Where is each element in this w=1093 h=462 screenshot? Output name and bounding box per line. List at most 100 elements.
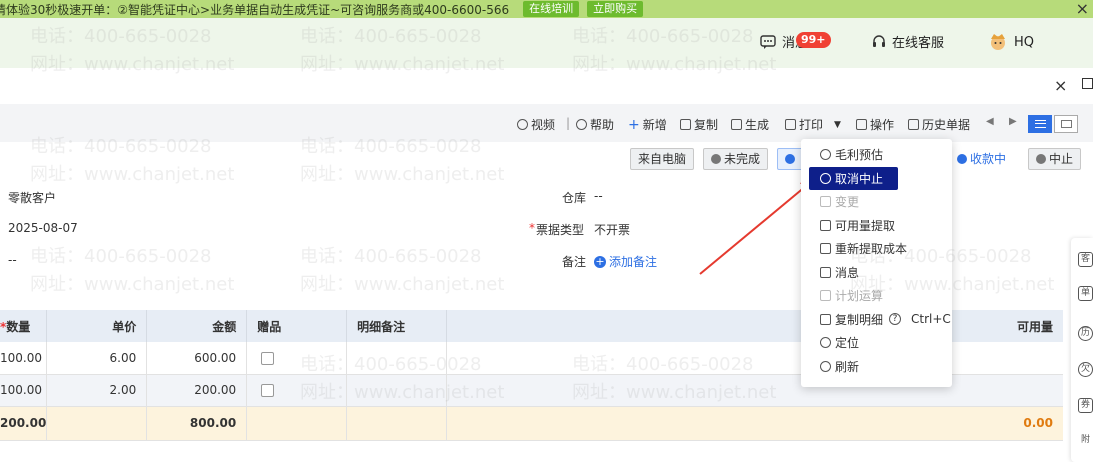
date-value[interactable]: 2025-08-07 (8, 221, 78, 235)
available-cell (446, 342, 1063, 375)
invoice-type-value[interactable]: 不开票 (594, 221, 630, 238)
close-tab-icon[interactable]: × (1054, 76, 1067, 95)
menu-item-label: 消息 (835, 265, 860, 280)
total-row: 200.00 800.00 0.00 (0, 406, 1063, 441)
extract-icon (820, 219, 831, 231)
attachment-side-icon[interactable]: 附 (1078, 434, 1093, 449)
total-available: 0.00 (446, 406, 1063, 441)
gift-header: 赠品 (246, 310, 348, 342)
toolbar: 视频 | 帮助 + 新增 复制 生成 打印 ▼ 操作 历史单据 ◀ ▶ (0, 104, 1093, 142)
total-amount: 800.00 (146, 406, 248, 441)
customer-side-icon[interactable]: 客 (1078, 252, 1093, 267)
message-icon (760, 34, 776, 49)
menu-item-label: 变更 (835, 195, 860, 210)
menu-item-extract-available[interactable]: 可用量提取 (801, 214, 952, 238)
menu-item-locate[interactable]: 定位 (801, 331, 952, 355)
promo-text: 请体验30秒极速开单：②智能凭证中心>业务单据自动生成凭证~可咨询服务商或400… (0, 2, 510, 17)
plus-icon: + (628, 116, 640, 133)
detail-note-header: 明细备注 (346, 310, 448, 342)
add-note-button[interactable]: + 添加备注 (594, 253, 657, 270)
video-button[interactable]: 视频 (517, 116, 555, 133)
play-icon (517, 119, 528, 130)
third-field-value[interactable]: -- (8, 253, 17, 267)
help-button[interactable]: 帮助 (576, 116, 614, 133)
history-button[interactable]: 历史单据 (908, 116, 970, 133)
available-cell (446, 374, 1063, 407)
status-blue-icon (785, 154, 795, 164)
watermark-site: 网址：www.chanjet.net (300, 274, 505, 295)
detail-note-cell[interactable] (346, 374, 448, 407)
menu-item-message[interactable]: 消息 (801, 261, 952, 285)
menu-item-copy-detail[interactable]: 复制明细 ? Ctrl+C (801, 308, 952, 332)
gift-cell (246, 374, 348, 407)
price-cell[interactable]: 6.00 (46, 342, 148, 375)
copy-detail-icon (820, 313, 831, 325)
collected-badge: 收款中 (950, 148, 1013, 170)
fullscreen-icon[interactable] (1082, 78, 1093, 89)
warehouse-value[interactable]: -- (594, 189, 603, 203)
invoice-required-mark: * (529, 221, 535, 235)
online-service-label: 在线客服 (892, 36, 945, 51)
stopped-badge: 中止 (1028, 148, 1082, 170)
add-button[interactable]: + 新增 (628, 116, 667, 133)
buy-now-button[interactable]: 立即购买 (587, 1, 644, 17)
menu-item-refresh[interactable]: 刷新 (801, 355, 952, 379)
change-icon (820, 196, 831, 208)
menu-item-recalc-cost[interactable]: 重新提取成本 (801, 237, 952, 261)
menu-item-label: 毛利预估 (835, 148, 884, 163)
promo-close-icon[interactable]: × (1076, 0, 1089, 18)
coupon-side-icon[interactable]: 券 (1078, 398, 1093, 413)
top-header: 消息 在线客服 HQ (0, 18, 1093, 68)
chevron-down-icon[interactable]: ▼ (834, 120, 841, 130)
qty-cell[interactable]: 100.00 (0, 374, 48, 407)
amount-cell[interactable]: 600.00 (146, 342, 248, 375)
promo-bar: 请体验30秒极速开单：②智能凭证中心>业务单据自动生成凭证~可咨询服务商或400… (0, 0, 1093, 18)
operate-label: 操作 (870, 118, 895, 132)
headset-icon (873, 34, 885, 47)
amount-cell[interactable]: 200.00 (146, 374, 248, 407)
online-training-button[interactable]: 在线培训 (523, 1, 580, 17)
menu-item-label: 复制明细 (835, 312, 884, 327)
locate-icon (820, 337, 831, 349)
prev-icon[interactable]: ◀ (986, 116, 994, 127)
menu-item-change: 变更 (801, 190, 952, 214)
status-blue-badge (777, 148, 803, 170)
menu-item-label: 定位 (835, 336, 860, 351)
list-view-button[interactable] (1028, 115, 1052, 133)
menu-item-profit-estimate[interactable]: 毛利预估 (801, 143, 952, 167)
generate-button[interactable]: 生成 (731, 116, 769, 133)
detail-note-cell[interactable] (346, 342, 448, 375)
next-icon[interactable]: ▶ (1009, 116, 1017, 127)
menu-item-cancel-stop[interactable]: 取消中止 (809, 166, 898, 190)
note-label: 备注 (562, 255, 587, 269)
gift-checkbox[interactable] (261, 351, 275, 365)
collected-icon (957, 154, 967, 164)
grid-icon (856, 119, 867, 130)
menu-item-label: 计划运算 (835, 289, 884, 304)
card-view-button[interactable] (1054, 115, 1078, 133)
cancel-stop-icon (820, 172, 831, 184)
add-note-label: 添加备注 (609, 255, 658, 269)
user-menu[interactable]: HQ (988, 32, 1034, 52)
stopped-label: 中止 (1049, 152, 1074, 166)
help-label: 帮助 (590, 118, 615, 132)
gift-cell (246, 342, 348, 375)
help-icon (576, 119, 587, 130)
print-button[interactable]: 打印 ▼ (785, 116, 841, 133)
video-label: 视频 (531, 118, 556, 132)
message-icon (820, 266, 831, 278)
history-side-icon[interactable]: 历 (1078, 326, 1093, 341)
generate-icon (731, 119, 742, 130)
tab-row: × (0, 68, 1093, 104)
gift-checkbox[interactable] (261, 384, 275, 397)
online-service-button[interactable]: 在线客服 (872, 32, 944, 51)
total-gift-empty (246, 406, 348, 441)
customer-value[interactable]: 零散客户 (8, 189, 56, 206)
total-qty: 200.00 (0, 406, 48, 441)
qty-cell[interactable]: 100.00 (0, 342, 48, 375)
debt-side-icon[interactable]: 欠 (1078, 362, 1093, 377)
document-side-icon[interactable]: 单 (1078, 286, 1093, 301)
price-cell[interactable]: 2.00 (46, 374, 148, 407)
copy-button[interactable]: 复制 (680, 116, 718, 133)
operate-button[interactable]: 操作 (856, 116, 894, 133)
